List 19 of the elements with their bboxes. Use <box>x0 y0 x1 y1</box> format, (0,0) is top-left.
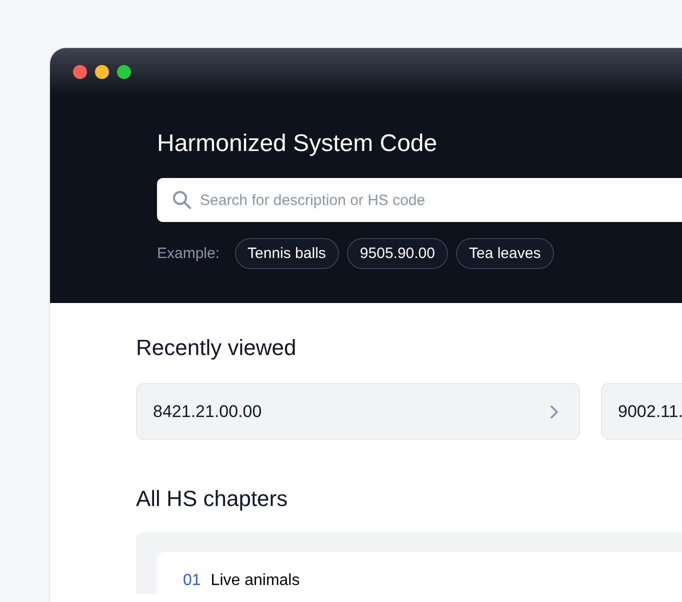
chapter-row[interactable]: 01 Live animals <box>157 552 682 594</box>
window-close-button[interactable] <box>73 65 87 79</box>
example-label: Example: <box>157 245 220 262</box>
example-chip[interactable]: 9505.90.00 <box>346 238 448 269</box>
example-chip[interactable]: Tennis balls <box>234 238 339 269</box>
page-title: Harmonized System Code <box>157 130 438 158</box>
example-chip[interactable]: Tea leaves <box>456 238 554 269</box>
hs-code: 9002.11. <box>618 402 682 422</box>
window-maximize-button[interactable] <box>117 65 131 79</box>
recent-code-card[interactable]: 9002.11. <box>601 383 682 440</box>
window-minimize-button[interactable] <box>95 65 109 79</box>
section-heading: All HS chapters <box>136 486 289 512</box>
chapter-name: Live animals <box>210 572 300 590</box>
recent-code-card[interactable]: 8421.21.00.00 <box>136 383 580 440</box>
chevron-right-icon <box>549 404 559 420</box>
hs-code: 8421.21.00.00 <box>153 402 262 422</box>
section-heading: Recently viewed <box>136 335 298 361</box>
chapter-number: 01 <box>183 572 201 590</box>
search-field[interactable]: Search for description or HS code <box>157 178 682 222</box>
